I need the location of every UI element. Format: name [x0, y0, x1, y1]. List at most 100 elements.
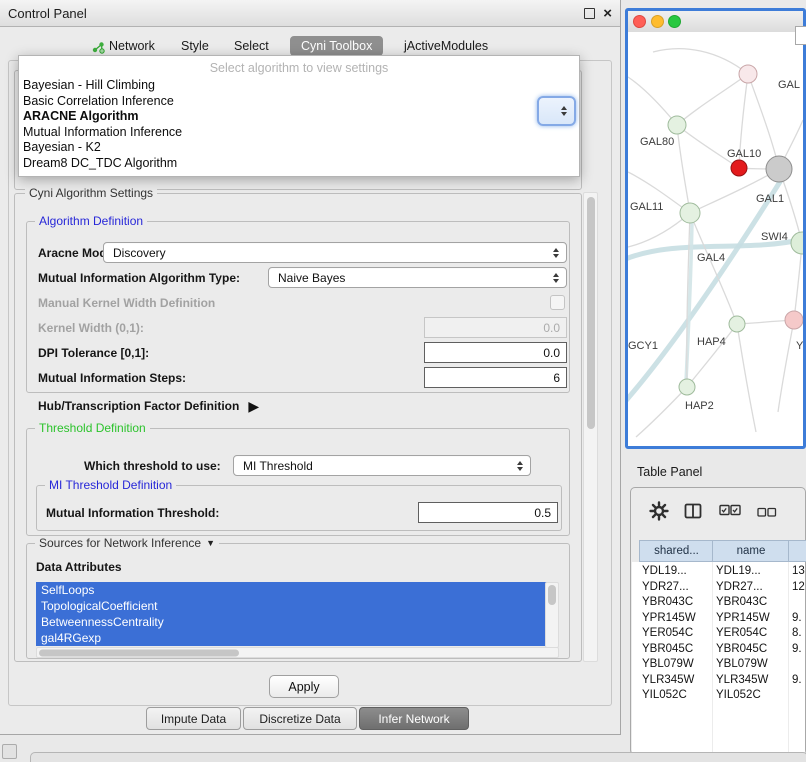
network-node-label: GAL11	[630, 201, 663, 213]
network-node-label: GAL	[778, 79, 800, 91]
expand-arrow-icon[interactable]: ▶	[248, 399, 259, 413]
dropdown-item[interactable]: Bayesian - K2	[19, 140, 579, 156]
tab-discretize-data[interactable]: Discretize Data	[243, 707, 357, 730]
table-row[interactable]: YIL052C YIL052C	[632, 688, 805, 704]
column-header-name[interactable]: name	[712, 540, 790, 562]
dock-panel-grip[interactable]	[2, 744, 17, 759]
column-header-extra[interactable]	[788, 540, 806, 562]
column-header-shared-name[interactable]: shared...	[639, 540, 714, 562]
control-panel-titlebar[interactable]: Control Panel ×	[0, 0, 620, 27]
tab-cyni-toolbox[interactable]: Cyni Toolbox	[290, 36, 383, 56]
cyni-settings-title: Cyni Algorithm Settings	[29, 186, 153, 200]
attribute-item-selected[interactable]: TopologicalCoefficient	[36, 598, 550, 614]
close-traffic-light[interactable]	[633, 15, 646, 28]
network-node[interactable]	[785, 311, 803, 329]
attribute-list-hscrollbar-thumb[interactable]	[39, 649, 239, 656]
dropdown-item[interactable]: Basic Correlation Inference	[19, 94, 579, 110]
mi-threshold-input[interactable]: 0.5	[418, 502, 558, 523]
table-panel-title: Table Panel	[637, 465, 702, 479]
which-threshold-select[interactable]: MI Threshold	[233, 455, 531, 476]
manual-kernel-label: Manual Kernel Width Definition	[38, 296, 215, 310]
tab-select[interactable]: Select	[234, 39, 269, 53]
columns-icon[interactable]	[683, 501, 703, 526]
aracne-mode-value: Discovery	[113, 246, 166, 260]
network-node[interactable]	[766, 156, 792, 182]
zoom-traffic-light[interactable]	[668, 15, 681, 28]
settings-scrollbar-thumb[interactable]	[587, 197, 595, 429]
table-panel-window: shared... name YDL19... YDL19... 13 YDR2…	[630, 487, 806, 755]
scroll-corner-box	[795, 26, 806, 45]
dropdown-item-selected[interactable]: ARACNE Algorithm	[19, 109, 579, 125]
mi-type-value: Naive Bayes	[278, 271, 345, 285]
table-row[interactable]: YBL079W YBL079W	[632, 657, 805, 673]
which-threshold-label: Which threshold to use:	[84, 459, 221, 473]
tab-network[interactable]: Network	[109, 39, 155, 53]
kernel-width-input[interactable]: 0.0	[424, 317, 567, 338]
table-row[interactable]: YDR27... YDR27... 12	[632, 580, 805, 596]
table-row[interactable]: YPR145W YPR145W 9.	[632, 611, 805, 627]
mi-type-select[interactable]: Naive Bayes	[268, 267, 567, 288]
kernel-width-label: Kernel Width (0,1):	[38, 321, 144, 335]
table-row[interactable]: YBR045C YBR045C 9.	[632, 642, 805, 658]
manual-kernel-checkbox[interactable]	[550, 295, 565, 310]
minimize-traffic-light[interactable]	[651, 15, 664, 28]
dropdown-item[interactable]: Bayesian - Hill Climbing	[19, 78, 579, 94]
algorithm-dropdown-popup: Select algorithm to view settings Bayesi…	[18, 55, 580, 177]
network-canvas[interactable]: GAL80 GAL10 GAL1 GAL11 SWI4 GAL4 HAP4 GC…	[628, 32, 803, 446]
algorithm-select-button[interactable]	[537, 96, 576, 126]
mi-threshold-group-title: MI Threshold Definition	[49, 478, 172, 492]
select-all-columns-icon[interactable]	[719, 503, 741, 522]
network-node-label: HAP4	[697, 336, 726, 348]
network-node[interactable]	[739, 65, 757, 83]
attribute-item-selected[interactable]: SelfLoops	[36, 582, 550, 598]
algorithm-definition-title: Algorithm Definition	[39, 214, 143, 228]
tab-impute-data[interactable]: Impute Data	[146, 707, 241, 730]
apply-button-label: Apply	[288, 680, 319, 694]
attribute-item-selected[interactable]: BetweennessCentrality	[36, 614, 550, 630]
network-node[interactable]	[679, 379, 695, 395]
tab-infer-network[interactable]: Infer Network	[359, 707, 469, 730]
hub-definition-toggle[interactable]: Hub/Transcription Factor Definition ▶	[38, 399, 259, 413]
network-node[interactable]	[729, 316, 745, 332]
mi-steps-value: 6	[553, 371, 560, 385]
window-title: Control Panel	[8, 6, 87, 21]
apply-button[interactable]: Apply	[269, 675, 339, 698]
network-node[interactable]	[680, 203, 700, 223]
mi-threshold-value: 0.5	[534, 506, 551, 520]
tab-jactivemodules[interactable]: jActiveModules	[404, 39, 488, 53]
attribute-list-scrollbar[interactable]	[545, 582, 559, 648]
tab-infer-network-label: Infer Network	[378, 712, 449, 726]
network-node[interactable]	[791, 232, 803, 254]
table-row[interactable]: YDL19... YDL19... 13	[632, 564, 805, 580]
network-window-titlebar[interactable]	[628, 11, 803, 33]
attribute-item-selected[interactable]: gal4RGexp	[36, 630, 550, 646]
network-node-label: GAL10	[727, 148, 761, 160]
float-window-icon[interactable]	[584, 8, 595, 19]
network-view-window[interactable]: GAL80 GAL10 GAL1 GAL11 SWI4 GAL4 HAP4 GC…	[625, 8, 806, 449]
collapse-arrow-icon[interactable]: ▼	[206, 538, 215, 548]
gear-icon[interactable]	[649, 501, 669, 526]
table-row[interactable]: YBR043C YBR043C	[632, 595, 805, 611]
attribute-list-hscrollbar[interactable]	[36, 647, 559, 658]
network-node-label: GAL80	[640, 136, 674, 148]
table-row[interactable]: YER054C YER054C 8.	[632, 626, 805, 642]
network-node-label: GAL4	[697, 252, 725, 264]
which-threshold-value: MI Threshold	[243, 459, 313, 473]
settings-scrollbar[interactable]	[583, 192, 598, 662]
mi-steps-input[interactable]: 6	[424, 367, 567, 388]
mi-type-label: Mutual Information Algorithm Type:	[38, 271, 240, 285]
network-node[interactable]	[731, 160, 747, 176]
deselect-all-columns-icon[interactable]	[757, 505, 777, 523]
dpi-tolerance-input[interactable]: 0.0	[424, 342, 567, 363]
attribute-list: SelfLoops TopologicalCoefficient Between…	[36, 582, 557, 646]
attribute-list-scrollbar-thumb[interactable]	[548, 585, 556, 605]
table-row[interactable]: YLR345W YLR345W 9.	[632, 673, 805, 689]
close-window-icon[interactable]: ×	[603, 6, 612, 21]
mi-threshold-label: Mutual Information Threshold:	[46, 506, 219, 520]
network-node[interactable]	[668, 116, 686, 134]
dropdown-prompt: Select algorithm to view settings	[19, 58, 579, 78]
aracne-mode-select[interactable]: Discovery	[103, 242, 567, 263]
dropdown-item[interactable]: Dream8 DC_TDC Algorithm	[19, 156, 579, 172]
dropdown-item[interactable]: Mutual Information Inference	[19, 125, 579, 141]
tab-style[interactable]: Style	[181, 39, 209, 53]
